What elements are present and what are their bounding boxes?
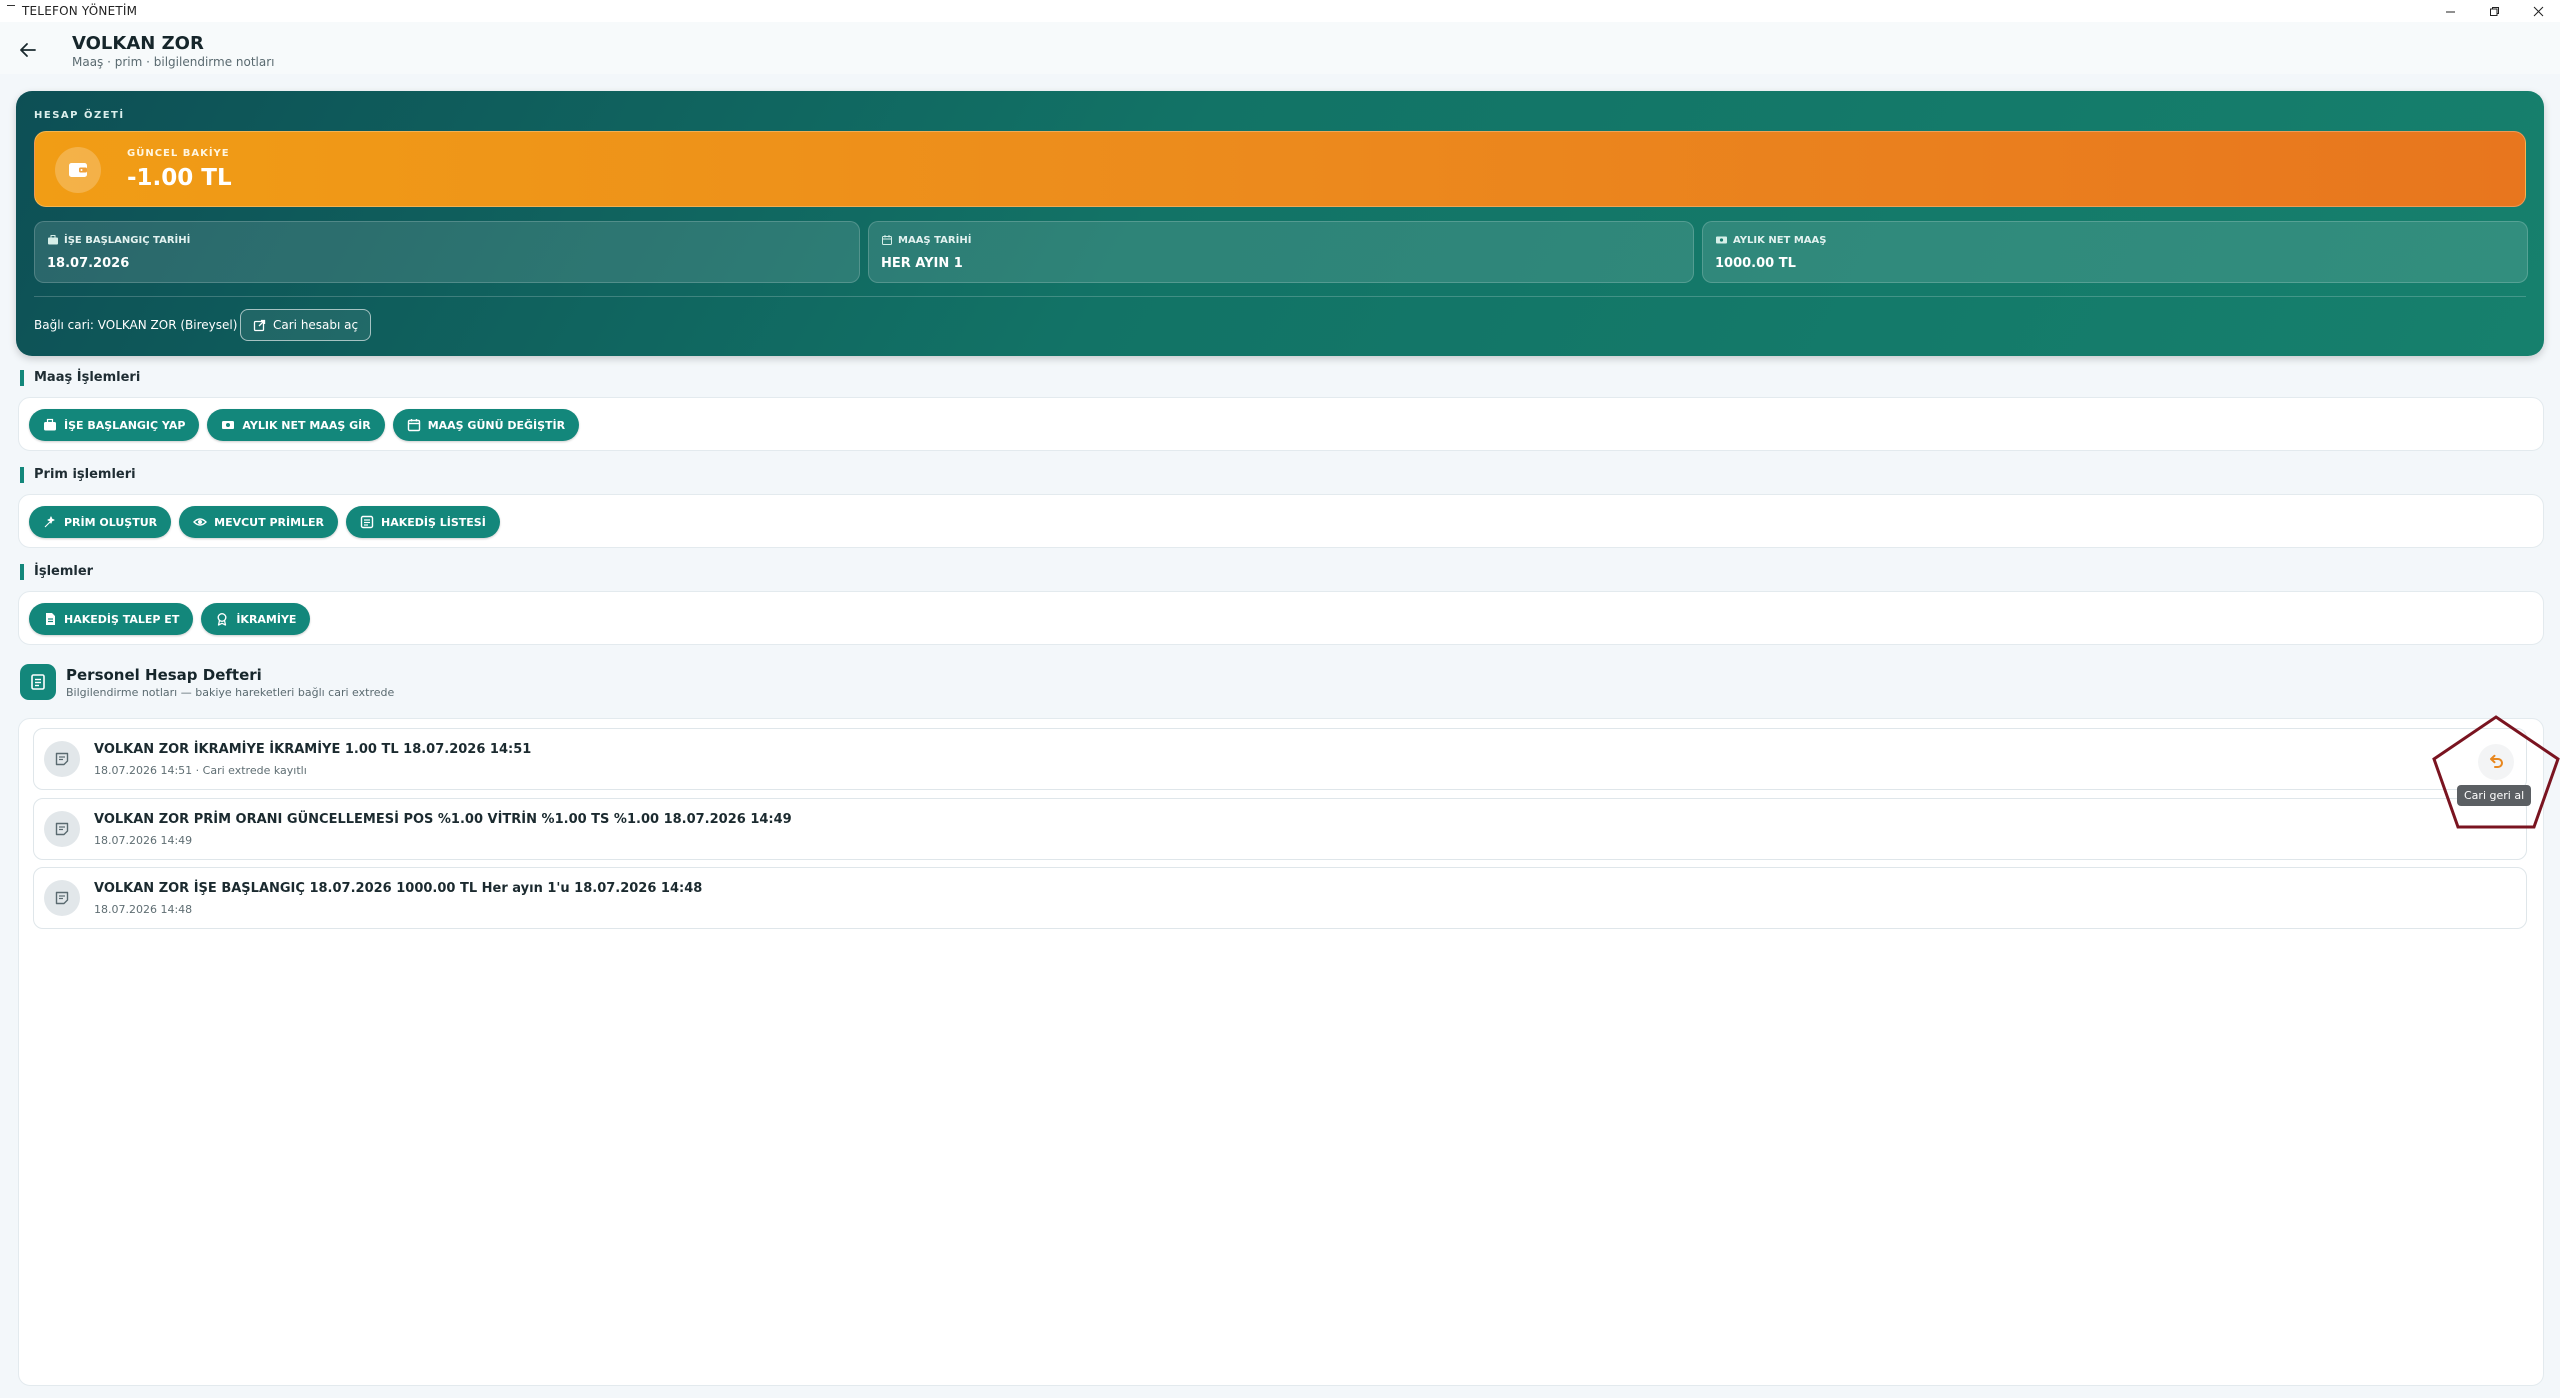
award-icon (217, 613, 227, 626)
external-link-icon (253, 319, 266, 331)
entry-meta: 18.07.2026 14:49 (94, 834, 193, 847)
ledger-title: Personel Hesap Defteri (66, 666, 262, 684)
money-icon (1716, 236, 1727, 244)
create-bonus-button[interactable]: PRİM OLUŞTUR (29, 506, 172, 538)
calendar-icon (407, 419, 420, 432)
money-icon (222, 421, 235, 429)
start-employment-button[interactable]: İŞE BAŞLANGIÇ YAP (29, 409, 200, 441)
restore-button[interactable] (2472, 0, 2516, 22)
start-date-label: İŞE BAŞLANGIÇ TARİHİ (64, 234, 191, 246)
bonus-ops-title: Prim işlemleri (20, 467, 136, 483)
minimize-button[interactable] (2428, 0, 2472, 22)
window-titlebar: TELEFON YÖNETİM (0, 0, 2560, 22)
undo-account-button[interactable] (2478, 744, 2514, 780)
briefcase-icon (44, 418, 56, 431)
close-button[interactable] (2516, 0, 2560, 22)
entitlement-list-button[interactable]: HAKEDİŞ LİSTESİ (346, 506, 500, 538)
net-salary-value: 1000.00 TL (1715, 256, 1796, 271)
ledger-entry[interactable]: VOLKAN ZOR PRİM ORANI GÜNCELLEMESİ POS %… (33, 798, 2527, 860)
minimize-icon (2445, 11, 2455, 12)
arrow-left-icon (20, 43, 36, 57)
request-entitlement-button[interactable]: HAKEDİŞ TALEP ET (29, 603, 194, 635)
eye-icon (193, 518, 208, 526)
ledger-entry[interactable]: VOLKAN ZOR İKRAMİYE İKRAMİYE 1.00 TL 18.… (33, 728, 2527, 790)
close-icon (2533, 6, 2543, 16)
account-summary-card: HESAP ÖZETİ GÜNCEL BAKİYE -1.00 TL İŞE B… (16, 91, 2544, 356)
entry-meta: 18.07.2026 14:48 (94, 903, 193, 916)
linked-account-label: Bağlı cari: VOLKAN ZOR (Bireysel) (34, 318, 238, 332)
ops-title: İşlemler (20, 564, 93, 580)
summary-label: HESAP ÖZETİ (34, 110, 125, 121)
net-salary-label: AYLIK NET MAAŞ (1733, 234, 1827, 246)
page-title: VOLKAN ZOR (72, 33, 204, 54)
wallet-icon (55, 147, 101, 193)
current-balance-panel: GÜNCEL BAKİYE -1.00 TL (34, 131, 2526, 207)
entry-meta: 18.07.2026 14:51 · Cari extrede kayıtlı (94, 764, 307, 777)
open-account-label: Cari hesabı aç (273, 318, 359, 332)
briefcase-icon (48, 235, 58, 245)
start-date-box: İŞE BAŞLANGIÇ TARİHİ 18.07.2026 (34, 221, 860, 283)
list-icon (360, 515, 374, 529)
document-icon (46, 613, 55, 625)
open-account-button[interactable]: Cari hesabı aç (240, 309, 372, 341)
entry-title: VOLKAN ZOR İŞE BAŞLANGIÇ 18.07.2026 1000… (94, 881, 703, 896)
sparkle-icon (44, 516, 55, 528)
salary-date-box: MAAŞ TARİHİ HER AYIN 1 (868, 221, 1694, 283)
ledger-subtitle: Bilgilendirme notları — bakiye hareketle… (66, 686, 395, 699)
entry-title: VOLKAN ZOR İKRAMİYE İKRAMİYE 1.00 TL 18.… (94, 742, 532, 757)
page-header: VOLKAN ZOR Maaş · prim · bilgilendirme n… (0, 22, 2560, 74)
balance-label: GÜNCEL BAKİYE (127, 148, 230, 159)
ledger-book-icon (20, 664, 56, 700)
back-button[interactable] (14, 36, 42, 64)
balance-value: -1.00 TL (127, 165, 232, 191)
note-icon (44, 811, 80, 847)
enter-net-salary-button[interactable]: AYLIK NET MAAŞ GİR (207, 409, 385, 441)
entry-title: VOLKAN ZOR PRİM ORANI GÜNCELLEMESİ POS %… (94, 812, 792, 827)
note-icon (44, 880, 80, 916)
page-subtitle: Maaş · prim · bilgilendirme notları (72, 55, 275, 69)
window-title: TELEFON YÖNETİM (22, 4, 138, 18)
salary-date-label: MAAŞ TARİHİ (898, 234, 972, 246)
salary-ops-title: Maaş İşlemleri (20, 370, 140, 386)
app-menu-icon (7, 5, 15, 6)
salary-ops-panel: İŞE BAŞLANGIÇ YAP AYLIK NET MAAŞ GİR MAA… (18, 397, 2544, 451)
ledger-entry[interactable]: VOLKAN ZOR İŞE BAŞLANGIÇ 18.07.2026 1000… (33, 867, 2527, 929)
calendar-icon (882, 235, 892, 245)
undo-tooltip: Cari geri al (2457, 785, 2532, 806)
undo-icon (2490, 754, 2503, 768)
salary-date-value: HER AYIN 1 (881, 256, 963, 271)
ops-panel: HAKEDİŞ TALEP ET İKRAMİYE (18, 591, 2544, 645)
bonus-ops-panel: PRİM OLUŞTUR MEVCUT PRİMLER HAKEDİŞ LİST… (18, 494, 2544, 548)
change-salary-day-button[interactable]: MAAŞ GÜNÜ DEĞİŞTİR (392, 409, 580, 441)
ledger-list: VOLKAN ZOR İKRAMİYE İKRAMİYE 1.00 TL 18.… (18, 718, 2544, 1386)
current-bonuses-button[interactable]: MEVCUT PRİMLER (179, 506, 339, 538)
net-salary-box: AYLIK NET MAAŞ 1000.00 TL (1702, 221, 2528, 283)
restore-icon (2489, 6, 2499, 16)
window-controls (2428, 0, 2560, 22)
note-icon (44, 741, 80, 777)
bonus-gift-button[interactable]: İKRAMİYE (201, 603, 311, 635)
start-date-value: 18.07.2026 (47, 256, 130, 271)
summary-divider (34, 296, 2526, 297)
